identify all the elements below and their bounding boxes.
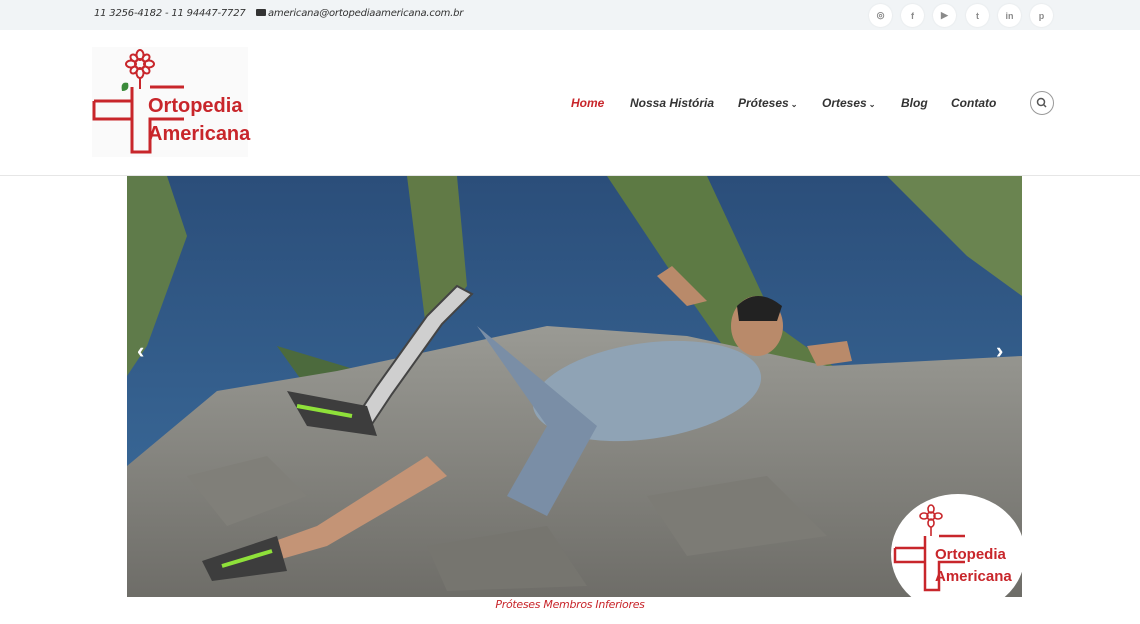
pinterest-icon[interactable]: p <box>1030 4 1053 27</box>
phone-number: 11 3256-4182 - 11 94447-7727 <box>94 8 246 19</box>
watermark-text-line2: Americana <box>935 568 1012 585</box>
nav-proteses-label: Próteses <box>738 96 789 110</box>
logo-text-line1: Ortopedia <box>148 95 243 117</box>
instagram-icon[interactable]: ◎ <box>869 4 892 27</box>
slide-image <box>127 176 1022 597</box>
nav-blog[interactable]: Blog <box>901 96 928 110</box>
nav-orteses-label: Orteses <box>822 96 867 110</box>
site-logo[interactable]: Ortopedia Americana <box>92 47 251 157</box>
linkedin-icon[interactable]: in <box>998 4 1021 27</box>
email-address[interactable]: americana@ortopediaamericana.com.br <box>268 8 463 19</box>
chevron-down-icon: ⌄ <box>868 100 876 109</box>
search-button[interactable] <box>1030 91 1054 115</box>
hero-slider[interactable]: Ortopedia Americana ‹ › <box>127 176 1022 597</box>
top-bar: 11 3256-4182 - 11 94447-7727 americana@o… <box>0 0 1140 30</box>
search-icon <box>1036 97 1047 108</box>
envelope-icon <box>256 9 266 16</box>
watermark-text-line1: Ortopedia <box>935 546 1006 563</box>
slider-next-button[interactable]: › <box>996 338 1003 364</box>
chevron-down-icon: ⌄ <box>790 100 798 109</box>
slide-caption: Próteses Membros Inferiores <box>495 598 645 611</box>
nav-nossa-historia[interactable]: Nossa História <box>630 96 714 110</box>
youtube-icon[interactable]: ▶ <box>933 4 956 27</box>
nav-proteses[interactable]: Próteses ⌄ <box>738 96 797 110</box>
nav-home[interactable]: Home <box>571 96 604 110</box>
site-header: Ortopedia Americana Home Nossa História … <box>0 30 1140 176</box>
email-contact[interactable]: americana@ortopediaamericana.com.br <box>256 8 463 19</box>
twitter-icon[interactable]: t <box>966 4 989 27</box>
nav-contato[interactable]: Contato <box>951 96 996 110</box>
facebook-icon[interactable]: f <box>901 4 924 27</box>
slider-prev-button[interactable]: ‹ <box>137 338 144 364</box>
logo-text-line2: Americana <box>148 123 251 145</box>
watermark-logo: Ortopedia Americana <box>891 494 1022 597</box>
nav-orteses[interactable]: Orteses ⌄ <box>822 96 875 110</box>
